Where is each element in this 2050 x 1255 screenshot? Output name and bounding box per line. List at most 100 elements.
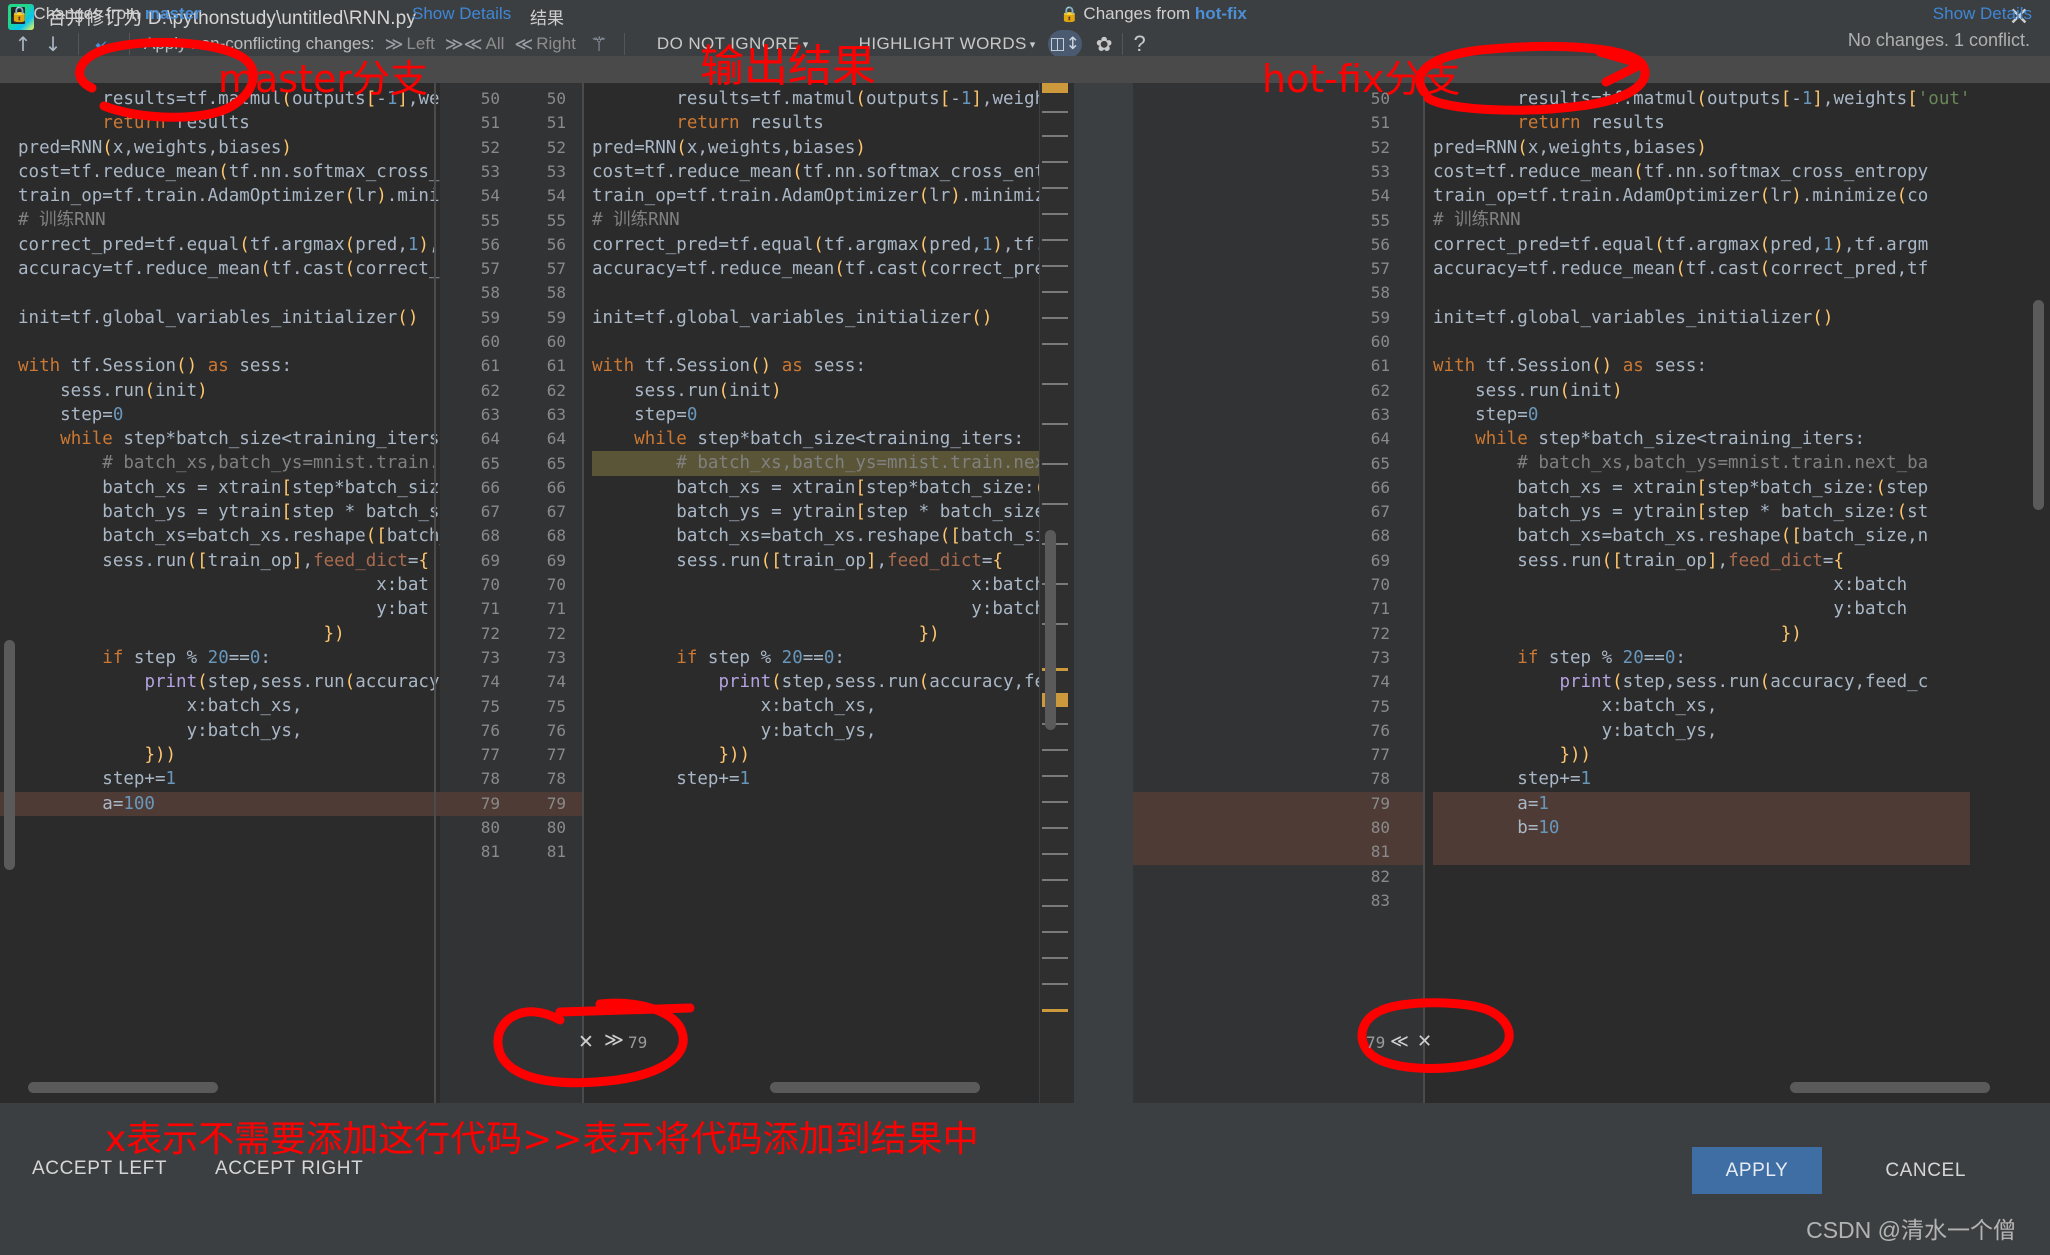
line-number: 55: [1348, 209, 1390, 233]
toolbar-divider-2: [129, 33, 130, 55]
line-number: 73: [518, 646, 566, 670]
code-line: sess.run([train_op],feed_dict={: [1433, 549, 1970, 573]
line-number: 56: [518, 233, 566, 257]
center-horizontal-scrollbar[interactable]: [770, 1082, 980, 1093]
line-number: 59: [518, 306, 566, 330]
code-line: [592, 330, 1039, 354]
line-number: 59: [452, 306, 500, 330]
line-number: 65: [518, 452, 566, 476]
change-marker: [1042, 853, 1068, 855]
right-code-text: results=tf.matmul(outputs[-1],weights['o…: [1433, 87, 1970, 937]
right-accept-chip[interactable]: ≪: [1390, 1031, 1409, 1052]
left-pane-header: 🔒 Changes from master: [10, 4, 201, 24]
code-line: x:batch_xs,: [592, 694, 1039, 718]
gear-icon[interactable]: ✿: [1096, 32, 1113, 57]
center-line-number-gutter: 5051525354555657585960616263646566676869…: [440, 83, 585, 1103]
right-show-details-link[interactable]: Show Details: [1933, 4, 2032, 24]
code-line: [592, 840, 1039, 864]
change-marker: [1042, 503, 1068, 505]
cancel-button[interactable]: CANCEL: [1885, 1147, 1966, 1194]
left-reject-chip[interactable]: ✕: [578, 1031, 594, 1053]
chevron-down-icon-2: ▾: [1030, 38, 1036, 51]
apply-right-button[interactable]: ≪ Right: [514, 34, 576, 55]
left-vertical-scrollbar[interactable]: [4, 640, 15, 870]
center-conflict-line-number[interactable]: 79: [628, 1033, 647, 1052]
code-line: y:batch: [1433, 597, 1970, 621]
code-line: x:batch: [1433, 573, 1970, 597]
center-vertical-scrollbar[interactable]: [1045, 530, 1056, 730]
line-number: 75: [452, 695, 500, 719]
line-number: 73: [452, 646, 500, 670]
line-number: 66: [1348, 476, 1390, 500]
left-horizontal-scrollbar[interactable]: [28, 1082, 218, 1093]
code-line: }): [1433, 622, 1970, 646]
toolbar-divider-3: [624, 33, 625, 55]
right-conflict-line-number[interactable]: 79: [1366, 1033, 1385, 1052]
code-line: pred=RNN(x,weights,biases): [592, 136, 1039, 160]
line-number: 76: [452, 719, 500, 743]
magic-wand-icon[interactable]: ⚚: [584, 32, 614, 56]
left-show-details-link[interactable]: Show Details: [412, 4, 511, 24]
code-line: batch_xs = xtrain[step*batch_size:(step+: [592, 476, 1039, 500]
line-number: 68: [518, 524, 566, 548]
accept-right-button[interactable]: ACCEPT RIGHT: [215, 1158, 363, 1180]
change-marker: [1042, 1009, 1068, 1012]
code-line: [592, 792, 1039, 816]
code-line: results=tf.matmul(outputs[-1],weights['o…: [592, 87, 1039, 111]
code-line: y:batch_ys,: [592, 719, 1039, 743]
change-marker: [1042, 879, 1068, 881]
change-marker: [1042, 749, 1068, 751]
line-number: 78: [1348, 767, 1390, 791]
code-line: [1433, 889, 1970, 913]
line-number: 80: [452, 816, 500, 840]
double-right-icon: ≫: [385, 34, 404, 55]
apply-button[interactable]: APPLY: [1692, 1147, 1822, 1194]
code-line: correct_pred=tf.equal(tf.argmax(pred,1),…: [592, 233, 1039, 257]
change-marker: [1042, 931, 1068, 933]
line-number: 57: [1348, 257, 1390, 281]
line-number: 57: [518, 257, 566, 281]
right-code-pane[interactable]: results=tf.matmul(outputs[-1],weights['o…: [1425, 83, 2050, 1103]
right-pane-header: 🔒 Changes from hot-fix: [1060, 4, 1247, 24]
apply-left-button[interactable]: ≫ Left: [385, 34, 435, 55]
apply-non-conflicting-icon[interactable]: ⤝: [89, 32, 119, 57]
line-number: 61: [452, 354, 500, 378]
highlight-policy-dropdown[interactable]: HIGHLIGHT WORDS ▾: [859, 34, 1036, 54]
code-line: print(step,sess.run(accuracy,feed_c: [1433, 670, 1970, 694]
line-number: 71: [1348, 597, 1390, 621]
center-result-pane[interactable]: results=tf.matmul(outputs[-1],weights['o…: [584, 83, 1039, 1103]
left-accept-chip[interactable]: ≫: [604, 1029, 624, 1051]
center-pane-separator-left: [582, 83, 584, 1103]
ignore-policy-dropdown[interactable]: DO NOT IGNORE ▾: [657, 34, 809, 54]
change-marker: [1042, 291, 1068, 293]
line-number: 53: [1348, 160, 1390, 184]
line-number: 79: [1348, 792, 1390, 816]
code-line: batch_ys = ytrain[step * batch_size:(st: [1433, 500, 1970, 524]
line-number: 82: [1348, 865, 1390, 889]
next-difference-icon[interactable]: ↓: [38, 32, 68, 56]
right-horizontal-scrollbar[interactable]: [1790, 1082, 1990, 1093]
help-icon[interactable]: ?: [1133, 31, 1145, 57]
line-number: 77: [1348, 743, 1390, 767]
accept-left-button[interactable]: ACCEPT LEFT: [32, 1158, 167, 1180]
code-line: step=0: [1433, 403, 1970, 427]
change-marker: [1042, 135, 1068, 137]
code-line: [1433, 840, 1970, 864]
apply-all-button[interactable]: ≫≪ All: [445, 34, 505, 55]
code-line: results=tf.matmul(outputs[-1],weights['o…: [1433, 87, 1970, 111]
line-number: 77: [452, 743, 500, 767]
right-vertical-scrollbar[interactable]: [2033, 300, 2044, 510]
right-header-prefix: Changes from: [1083, 4, 1195, 23]
line-number: 60: [1348, 330, 1390, 354]
collapse-unchanged-icon[interactable]: ◫↕: [1048, 30, 1082, 58]
bottom-action-bar: ACCEPT LEFT ACCEPT RIGHT APPLY CANCEL: [0, 1103, 2050, 1255]
change-marker: [1042, 111, 1068, 113]
change-marker: [1042, 983, 1068, 985]
change-marker: [1042, 801, 1068, 803]
code-line: train_op=tf.train.AdamOptimizer(lr).mini…: [1433, 184, 1970, 208]
line-number: 70: [518, 573, 566, 597]
previous-difference-icon[interactable]: ↑: [8, 32, 38, 56]
line-number: 74: [452, 670, 500, 694]
right-reject-chip[interactable]: ✕: [1417, 1031, 1432, 1052]
code-line: return results: [1433, 111, 1970, 135]
